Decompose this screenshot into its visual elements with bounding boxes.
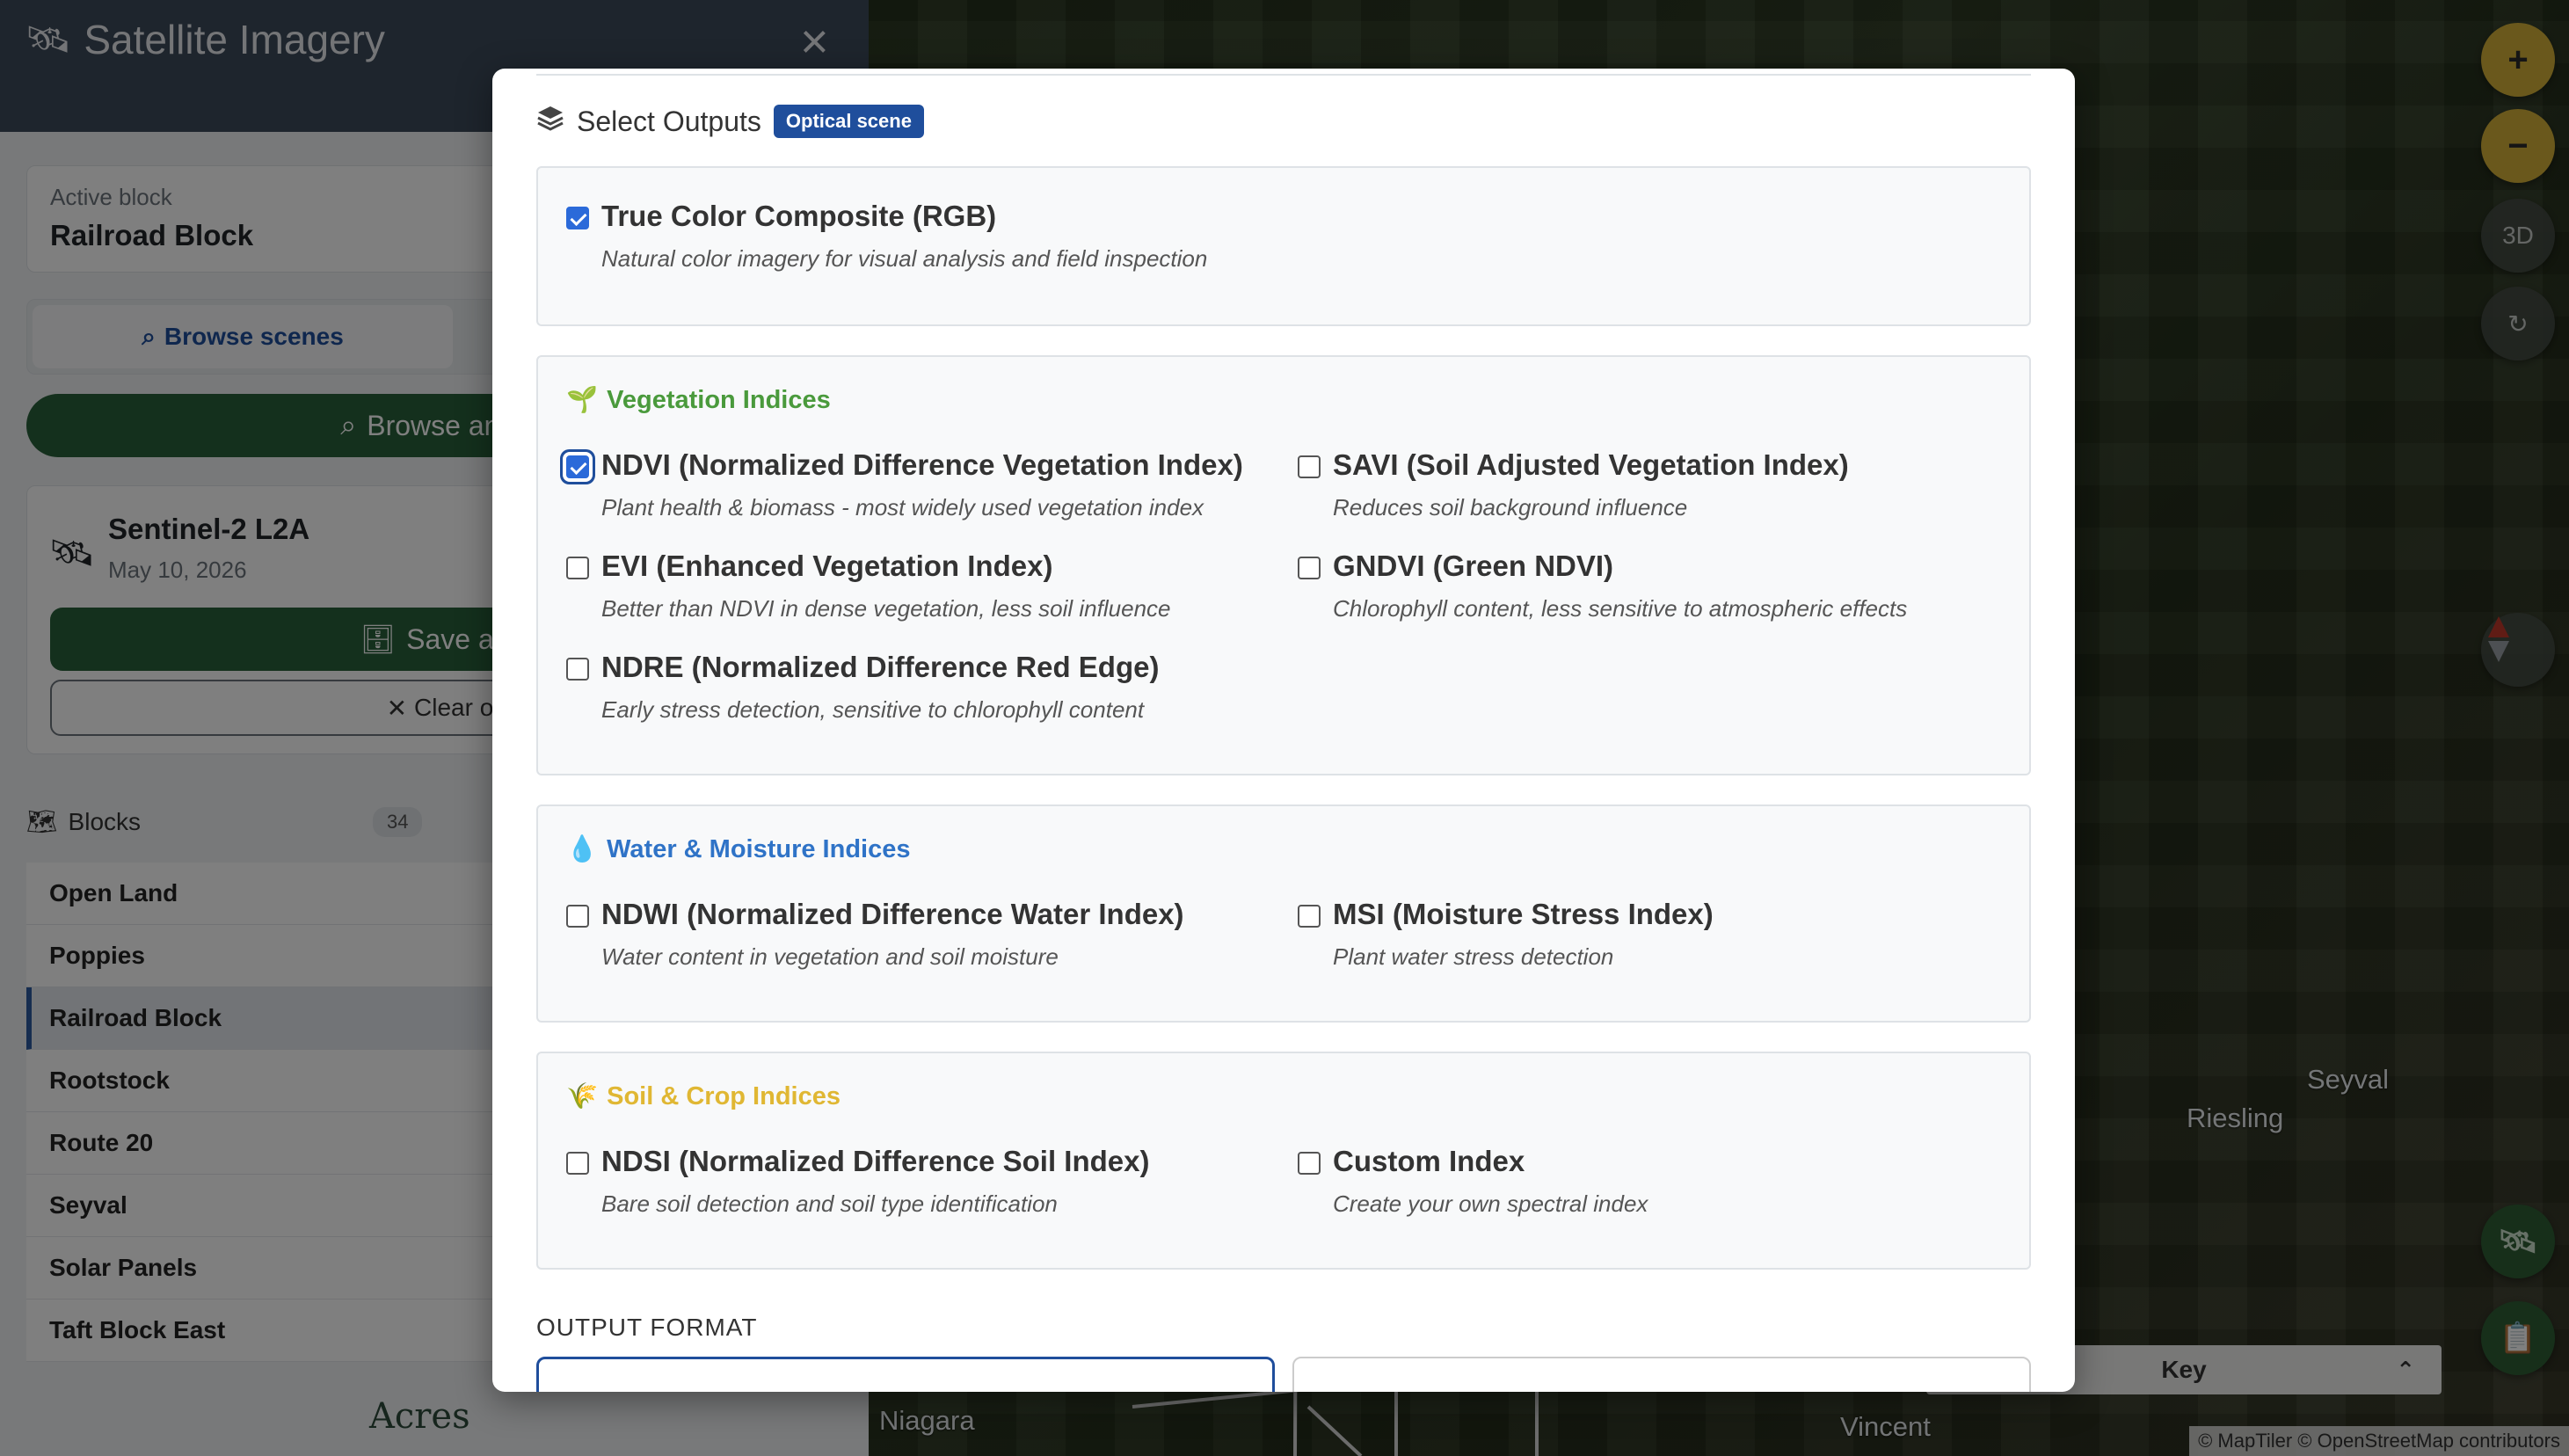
evi-desc: Better than NDVI in dense vegetation, le… [601,595,1171,622]
soil-title-text: Soil & Crop Indices [607,1081,841,1110]
msi-label[interactable]: MSI (Moisture Stress Index) [1333,898,1714,931]
evi-checkbox[interactable] [566,557,589,579]
divider [536,69,2031,76]
soil-panel: 🌾 Soil & Crop Indices NDSI (Normalized D… [536,1052,2031,1270]
true-color-checkbox[interactable] [566,207,589,229]
seedling-icon: 🌱 [566,386,599,414]
evi-label[interactable]: EVI (Enhanced Vegetation Index) [601,550,1052,583]
savi-desc: Reduces soil background influence [1333,494,1688,521]
gndvi-checkbox[interactable] [1298,557,1321,579]
ndre-label[interactable]: NDRE (Normalized Difference Red Edge) [601,651,1159,684]
soil-title: 🌾 Soil & Crop Indices [566,1081,841,1111]
gndvi-label[interactable]: GNDVI (Green NDVI) [1333,550,1613,583]
ndvi-desc: Plant health & biomass - most widely use… [601,494,1204,521]
savi-label[interactable]: SAVI (Soil Adjusted Vegetation Index) [1333,448,1849,482]
output-format-option[interactable] [536,1357,1275,1392]
outputs-modal: Select Outputs Optical scene True Color … [492,69,2075,1392]
vegetation-title-text: Vegetation Indices [607,385,831,414]
output-format-option[interactable] [1292,1357,2031,1392]
gndvi-desc: Chlorophyll content, less sensitive to a… [1333,595,1908,622]
ndre-checkbox[interactable] [566,658,589,681]
wheat-icon: 🌾 [566,1082,599,1110]
water-title-text: Water & Moisture Indices [607,834,911,863]
ndre-desc: Early stress detection, sensitive to chl… [601,696,1145,723]
ndwi-desc: Water content in vegetation and soil moi… [601,943,1059,970]
true-color-label[interactable]: True Color Composite (RGB) [601,200,996,233]
select-outputs-title: Select Outputs [577,105,761,137]
scene-type-badge: Optical scene [773,105,924,138]
msi-checkbox[interactable] [1298,905,1321,928]
output-format-title: OUTPUT FORMAT [536,1314,758,1341]
ndwi-label[interactable]: NDWI (Normalized Difference Water Index) [601,898,1184,931]
custom-index-desc: Create your own spectral index [1333,1190,1648,1217]
ndsi-checkbox[interactable] [566,1152,589,1175]
ndvi-checkbox[interactable] [566,455,589,478]
layers-icon [536,104,564,139]
droplet-icon: 💧 [566,835,599,863]
true-color-panel: True Color Composite (RGB) Natural color… [536,166,2031,326]
true-color-desc: Natural color imagery for visual analysi… [601,245,1208,272]
custom-index-checkbox[interactable] [1298,1152,1321,1175]
water-panel: 💧 Water & Moisture Indices NDWI (Normali… [536,804,2031,1023]
select-outputs-header: Select Outputs Optical scene [536,104,924,139]
custom-index-label[interactable]: Custom Index [1333,1145,1525,1178]
water-title: 💧 Water & Moisture Indices [566,834,911,864]
savi-checkbox[interactable] [1298,455,1321,478]
msi-desc: Plant water stress detection [1333,943,1614,970]
vegetation-panel: 🌱 Vegetation Indices NDVI (Normalized Di… [536,355,2031,775]
ndsi-label[interactable]: NDSI (Normalized Difference Soil Index) [601,1145,1149,1178]
ndvi-label[interactable]: NDVI (Normalized Difference Vegetation I… [601,448,1243,482]
vegetation-title: 🌱 Vegetation Indices [566,385,831,415]
ndwi-checkbox[interactable] [566,905,589,928]
ndsi-desc: Bare soil detection and soil type identi… [601,1190,1058,1217]
